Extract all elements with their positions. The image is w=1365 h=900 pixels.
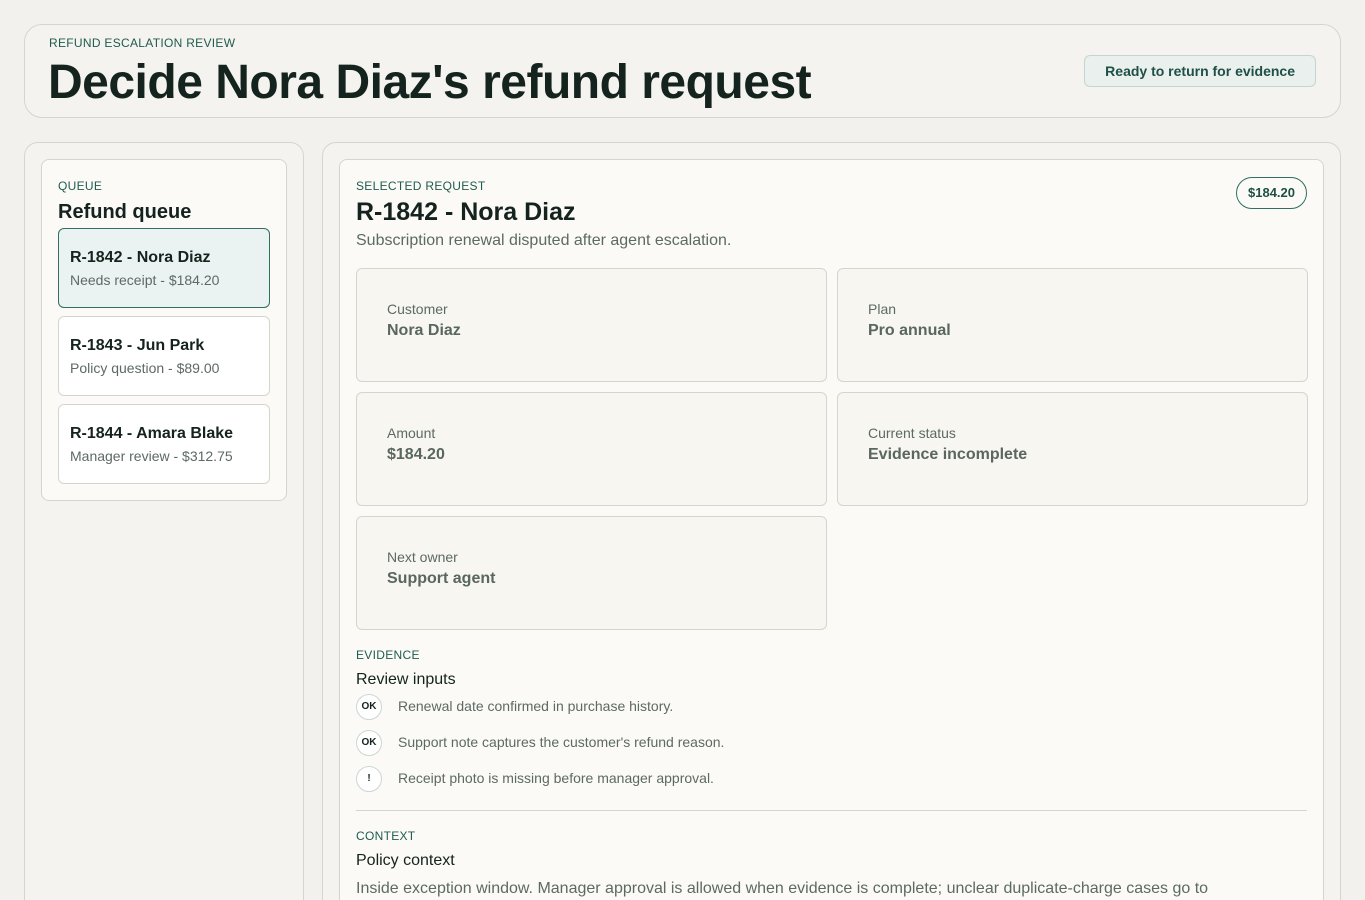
queue-item-subtitle: Needs receipt - $184.20 — [70, 272, 220, 288]
request-title: R-1842 - Nora Diaz — [356, 198, 576, 226]
header-eyebrow: REFUND ESCALATION REVIEW — [49, 36, 236, 50]
request-detail-card: SELECTED REQUEST R-1842 - Nora Diaz Subs… — [339, 159, 1324, 900]
field-value: Evidence incomplete — [868, 446, 1028, 463]
queue-item-title: R-1844 - Amara Blake — [70, 425, 234, 442]
queue-item-subtitle: Manager review - $312.75 — [70, 448, 233, 464]
status-button[interactable]: Ready to return for evidence — [1084, 55, 1316, 87]
field-label: Next owner — [387, 549, 458, 565]
queue-card: QUEUE Refund queue R-1842 - Nora Diaz Ne… — [41, 159, 287, 501]
request-eyebrow: SELECTED REQUEST — [356, 179, 486, 193]
field-label: Current status — [868, 425, 956, 441]
amount-badge: $184.20 — [1236, 177, 1307, 209]
request-subtitle: Subscription renewal disputed after agen… — [356, 232, 732, 249]
field-value: $184.20 — [387, 446, 445, 463]
field-label: Customer — [387, 301, 448, 317]
evidence-text: Receipt photo is missing before manager … — [398, 770, 714, 786]
context-eyebrow: CONTEXT — [356, 829, 416, 843]
evidence-text: Renewal date confirmed in purchase histo… — [398, 698, 674, 714]
queue-eyebrow: QUEUE — [58, 179, 103, 193]
field-label: Amount — [387, 425, 436, 441]
section-divider — [356, 810, 1307, 811]
queue-item-r1842[interactable]: R-1842 - Nora Diaz Needs receipt - $184.… — [58, 228, 270, 308]
field-plan: Plan Pro annual — [837, 268, 1308, 382]
context-text: Inside exception window. Manager approva… — [356, 880, 1209, 897]
evidence-item: ! Receipt photo is missing before manage… — [356, 766, 1156, 792]
ok-icon: OK — [356, 730, 382, 756]
warning-icon: ! — [356, 766, 382, 792]
field-next-owner: Next owner Support agent — [356, 516, 827, 630]
detail-panel: SELECTED REQUEST R-1842 - Nora Diaz Subs… — [322, 142, 1341, 900]
evidence-item: OK Support note captures the customer's … — [356, 730, 1156, 756]
field-customer: Customer Nora Diaz — [356, 268, 827, 382]
field-current-status: Current status Evidence incomplete — [837, 392, 1308, 506]
evidence-title: Review inputs — [356, 671, 456, 688]
queue-title: Refund queue — [58, 201, 192, 223]
queue-item-title: R-1843 - Jun Park — [70, 337, 205, 354]
field-amount: Amount $184.20 — [356, 392, 827, 506]
evidence-eyebrow: EVIDENCE — [356, 648, 420, 662]
evidence-item: OK Renewal date confirmed in purchase hi… — [356, 694, 1156, 720]
queue-item-r1843[interactable]: R-1843 - Jun Park Policy question - $89.… — [58, 316, 270, 396]
field-value: Nora Diaz — [387, 322, 461, 339]
page-title: Decide Nora Diaz's refund request — [48, 56, 812, 109]
field-value: Pro annual — [868, 322, 951, 339]
evidence-text: Support note captures the customer's ref… — [398, 734, 725, 750]
field-value: Support agent — [387, 570, 496, 587]
queue-panel: QUEUE Refund queue R-1842 - Nora Diaz Ne… — [24, 142, 304, 900]
queue-item-subtitle: Policy question - $89.00 — [70, 360, 220, 376]
context-title: Policy context — [356, 852, 455, 869]
field-label: Plan — [868, 301, 897, 317]
queue-item-title: R-1842 - Nora Diaz — [70, 249, 211, 266]
page-header: REFUND ESCALATION REVIEW Decide Nora Dia… — [24, 24, 1341, 118]
ok-icon: OK — [356, 694, 382, 720]
queue-item-r1844[interactable]: R-1844 - Amara Blake Manager review - $3… — [58, 404, 270, 484]
